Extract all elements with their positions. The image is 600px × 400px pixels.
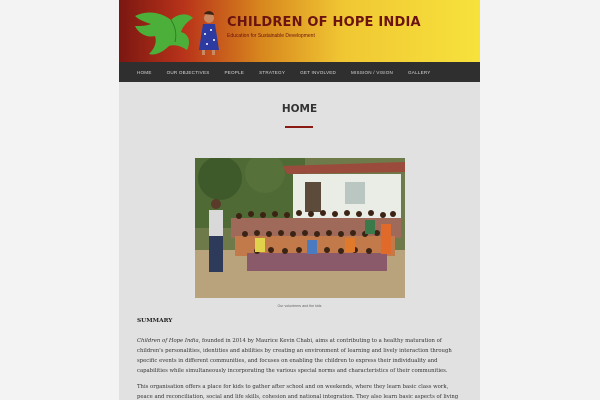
- nav-item-mission-vision[interactable]: MISSION / VISION: [351, 70, 393, 75]
- nav-item-gallery[interactable]: GALLERY: [408, 70, 431, 75]
- group-photo[interactable]: [195, 158, 405, 298]
- nav-item-people[interactable]: PEOPLE: [224, 70, 244, 75]
- page-container: CHILDREN OF HOPE INDIA Education for Sus…: [119, 0, 480, 400]
- heading-divider: [285, 126, 313, 128]
- nav-item-get-involved[interactable]: GET INVOLVED: [300, 70, 336, 75]
- site-title[interactable]: CHILDREN OF HOPE INDIA: [227, 15, 421, 30]
- summary-paragraph-1: Children of Hope India, founded in 2014 …: [137, 336, 462, 376]
- summary-heading: SUMMARY: [137, 318, 173, 324]
- nav-item-our-objectives[interactable]: OUR OBJECTIVES: [167, 70, 210, 75]
- photo-caption: Our volunteers and the kids: [277, 304, 322, 308]
- nav-item-strategy[interactable]: STRATEGY: [259, 70, 285, 75]
- main-nav: HOME OUR OBJECTIVES PEOPLE STRATEGY GET …: [119, 62, 480, 82]
- site-header: CHILDREN OF HOPE INDIA Education for Sus…: [119, 0, 480, 62]
- site-tagline: Education for Sustainable Development: [227, 33, 315, 39]
- logo-angel-child-icon[interactable]: [131, 4, 226, 59]
- org-name-emphasis: Children of Hope India: [137, 338, 199, 344]
- nav-item-home[interactable]: HOME: [137, 70, 152, 75]
- page-title: HOME: [281, 103, 318, 115]
- summary-paragraph-2: This organisation offers a place for kid…: [137, 384, 459, 400]
